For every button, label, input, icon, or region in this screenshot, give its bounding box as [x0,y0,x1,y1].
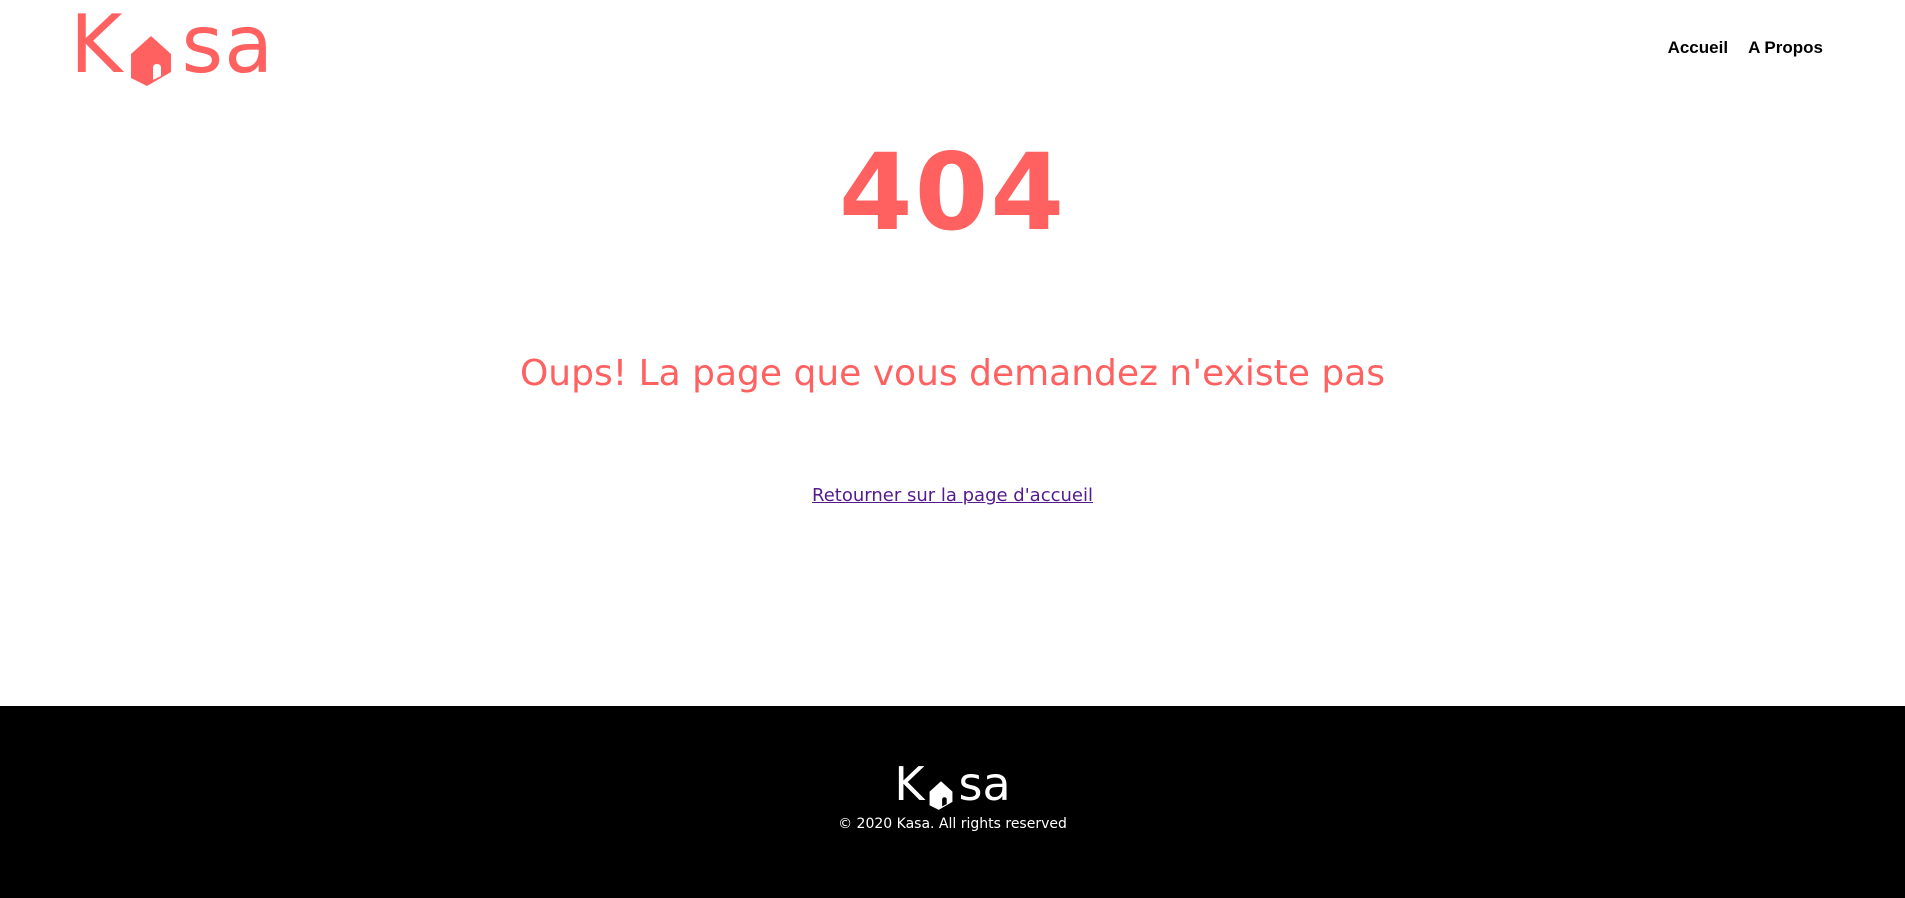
logo-letters-sa: sa [181,0,275,91]
header: K sa Accueil A Propos [0,0,1905,98]
error-message: Oups! La page que vous demandez n'existe… [519,353,1386,394]
footer-logo: K sa [0,757,1905,811]
footer-logo-letters-sa: sa [958,757,1011,811]
house-icon [127,24,175,86]
logo-letter-k: K [70,0,124,91]
copyright-text: © 2020 Kasa. All rights reserved [838,816,1067,832]
kasa-logo[interactable]: K sa [70,0,275,91]
house-icon [927,773,955,810]
nav-link-a-propos[interactable]: A Propos [1748,38,1823,58]
back-link-wrapper: Retourner sur la page d'accueil [0,484,1905,508]
footer-logo-letter-k: K [894,757,925,811]
page: K sa Accueil A Propos 404 Oups! La page … [0,0,1905,898]
main-nav: Accueil A Propos [1668,38,1823,58]
footer: K sa © 2020 Kasa. All rights reserved [0,706,1905,898]
back-to-home-link[interactable]: Retourner sur la page d'accueil [812,485,1093,506]
error-code: 404 [838,131,1067,254]
error-content: 404 Oups! La page que vous demandez n'ex… [0,98,1905,706]
nav-link-accueil[interactable]: Accueil [1668,38,1728,58]
